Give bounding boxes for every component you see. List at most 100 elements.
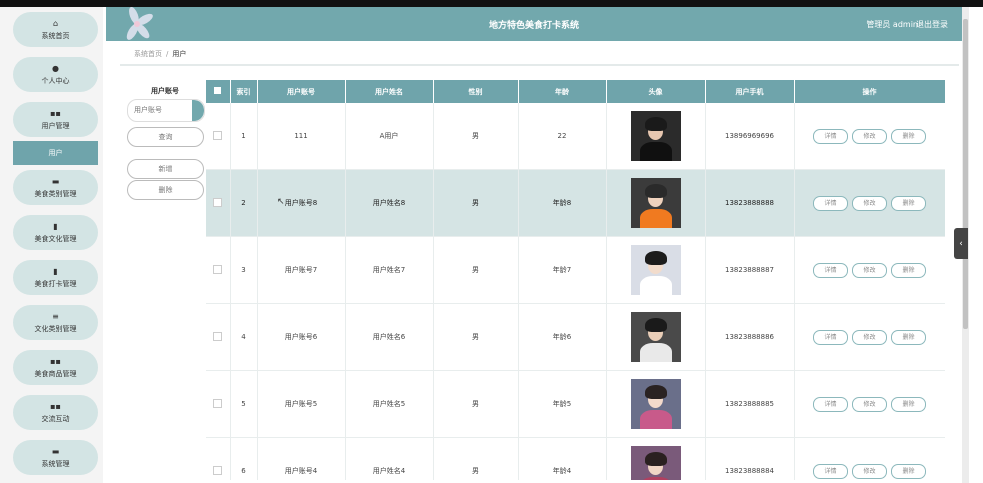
- edit-button[interactable]: 修改: [852, 463, 887, 479]
- delete-button[interactable]: 删除: [891, 463, 926, 479]
- mouse-cursor-icon: ↖: [277, 197, 285, 207]
- sidebar-subitem-user[interactable]: 用户: [13, 141, 98, 165]
- row-select-cell[interactable]: [206, 103, 231, 170]
- avatar-part: [639, 477, 672, 480]
- cell-phone: 13896969696: [705, 103, 795, 170]
- breadcrumb-home[interactable]: 系统首页: [134, 49, 162, 59]
- sidebar-item-7[interactable]: ▪▪ 美食商品管理: [13, 350, 98, 385]
- avatar: [630, 178, 681, 228]
- bag-icon: ▮: [53, 221, 58, 231]
- edit-button[interactable]: 修改: [852, 396, 887, 412]
- sidebar-item-8[interactable]: ▪▪ 交流互动: [13, 395, 98, 430]
- cell-gender: 男: [433, 103, 519, 170]
- row-checkbox[interactable]: [213, 197, 223, 207]
- cell-actions: 详情 修改 删除: [794, 169, 945, 237]
- cell-avatar: [606, 437, 706, 480]
- detail-button[interactable]: 详情: [813, 329, 848, 345]
- cell-phone: 13823888886: [705, 303, 795, 371]
- cell-phone: 13823888888: [705, 169, 795, 237]
- sidebar-item-1[interactable]: ● 个人中心: [13, 57, 98, 92]
- header-age: 年龄: [518, 80, 607, 103]
- edit-button[interactable]: 修改: [852, 128, 887, 144]
- edit-button[interactable]: 修改: [852, 262, 887, 278]
- cell-avatar: [606, 370, 706, 438]
- cell-account: 用户账号4: [257, 437, 346, 480]
- detail-button[interactable]: 详情: [813, 262, 848, 278]
- row-checkbox[interactable]: [213, 331, 223, 341]
- cell-actions: 详情 修改 删除: [794, 103, 945, 170]
- batch-delete-button[interactable]: 删除: [127, 180, 204, 200]
- sidebar-item-0[interactable]: ⌂ 系统首页: [13, 12, 98, 47]
- sidebar-item-4[interactable]: ▮ 美食文化管理: [13, 215, 98, 250]
- row-select-cell[interactable]: [206, 303, 231, 371]
- cell-actions: 详情 修改 删除: [794, 236, 945, 304]
- table-row[interactable]: 5 用户账号5 用户姓名5 男年龄5 13823888885 详情 修改 删除: [206, 370, 945, 438]
- avatar-part: [644, 117, 667, 131]
- delete-button[interactable]: 删除: [891, 262, 926, 278]
- search-input[interactable]: [128, 100, 196, 119]
- edit-button[interactable]: 修改: [852, 195, 887, 211]
- sidebar-item-2[interactable]: ▪▪ 用户管理: [13, 102, 98, 137]
- delete-button[interactable]: 删除: [891, 329, 926, 345]
- user-table: 索引 用户账号 用户姓名 性别 年龄 头像 用户手机 操作 1 111 A用户男 22…: [206, 80, 945, 480]
- row-select-cell[interactable]: [206, 437, 231, 480]
- sidebar-item-label: 美食商品管理: [34, 369, 77, 378]
- sidebar-item-3[interactable]: ▬ 美食类别管理: [13, 170, 98, 205]
- row-select-cell[interactable]: [206, 236, 231, 304]
- collapse-handle[interactable]: ‹: [954, 228, 968, 259]
- select-all-header[interactable]: [206, 80, 231, 103]
- cell-phone: 13823888885: [705, 370, 795, 438]
- search-field[interactable]: [127, 99, 205, 122]
- table-row[interactable]: 2 用户账号8 用户姓名8 男年龄8 13823888888 详情 修改 删除: [206, 169, 945, 237]
- sidebar-item-label: 系统管理: [41, 459, 70, 468]
- cell-name: 用户姓名7: [345, 236, 434, 304]
- table-row[interactable]: 1 111 A用户男 22 13896969696 详情 修改 删除: [206, 103, 945, 170]
- row-checkbox[interactable]: [213, 264, 223, 274]
- query-button[interactable]: 查询: [127, 127, 204, 147]
- cell-age: 年龄6: [518, 303, 607, 371]
- delete-button[interactable]: 删除: [891, 195, 926, 211]
- cell-avatar: [606, 103, 706, 170]
- logout-link[interactable]: 退出登录: [916, 19, 948, 30]
- avatar-part: [639, 276, 672, 295]
- detail-button[interactable]: 详情: [813, 128, 848, 144]
- user-table-container: 索引 用户账号 用户姓名 性别 年龄 头像 用户手机 操作 1 111 A用户男 22…: [206, 80, 945, 480]
- table-row[interactable]: 3 用户账号7 用户姓名7 男年龄7 13823888887 详情 修改 删除: [206, 236, 945, 304]
- row-select-cell[interactable]: [206, 370, 231, 438]
- scrollbar-thumb[interactable]: [963, 19, 968, 329]
- row-checkbox[interactable]: [213, 130, 223, 140]
- sidebar-item-9[interactable]: ▬ 系统管理: [13, 440, 98, 475]
- sidebar-item-label: 系统首页: [41, 31, 70, 40]
- avatar: [630, 446, 681, 480]
- detail-button[interactable]: 详情: [813, 195, 848, 211]
- table-row[interactable]: 6 用户账号4 用户姓名4 男年龄4 13823888884 详情 修改 删除: [206, 437, 945, 480]
- row-checkbox[interactable]: [213, 465, 223, 475]
- row-select-cell[interactable]: [206, 169, 231, 237]
- current-user: 管理员 admin: [866, 20, 918, 29]
- sidebar-item-label: 美食类别管理: [34, 189, 77, 198]
- cell-index: 1: [230, 103, 258, 170]
- table-row[interactable]: 4 用户账号6 用户姓名6 男年龄6 13823888886 详情 修改 删除: [206, 303, 945, 371]
- header-avatar: 头像: [606, 80, 706, 103]
- edit-button[interactable]: 修改: [852, 329, 887, 345]
- cell-index: 6: [230, 437, 258, 480]
- monitor-icon: ▬: [51, 446, 60, 456]
- avatar: [630, 245, 681, 295]
- breadcrumb-current: 用户: [172, 50, 187, 58]
- sidebar: ⌂ 系统首页 ● 个人中心 ▪▪ 用户管理 用户 ▬ 美食类别管理 ▮ 美食文化管理 ▮ 美食打卡管理 ≡…: [0, 7, 103, 483]
- row-checkbox[interactable]: [213, 398, 223, 408]
- cell-name: 用户姓名6: [345, 303, 434, 371]
- detail-button[interactable]: 详情: [813, 463, 848, 479]
- add-button[interactable]: 新增: [127, 159, 204, 179]
- header-actions: 操作: [794, 80, 945, 103]
- select-all-checkbox[interactable]: [214, 87, 222, 94]
- calendar-icon: ▮: [53, 266, 58, 276]
- app-title: 地方特色美食打卡系统: [488, 21, 579, 31]
- delete-button[interactable]: 删除: [891, 396, 926, 412]
- sidebar-item-6[interactable]: ≡ 文化类别管理: [13, 305, 98, 340]
- sidebar-item-label: 交流互动: [41, 414, 70, 423]
- detail-button[interactable]: 详情: [813, 396, 848, 412]
- sidebar-item-5[interactable]: ▮ 美食打卡管理: [13, 260, 98, 295]
- delete-button[interactable]: 删除: [891, 128, 926, 144]
- avatar: [630, 312, 681, 362]
